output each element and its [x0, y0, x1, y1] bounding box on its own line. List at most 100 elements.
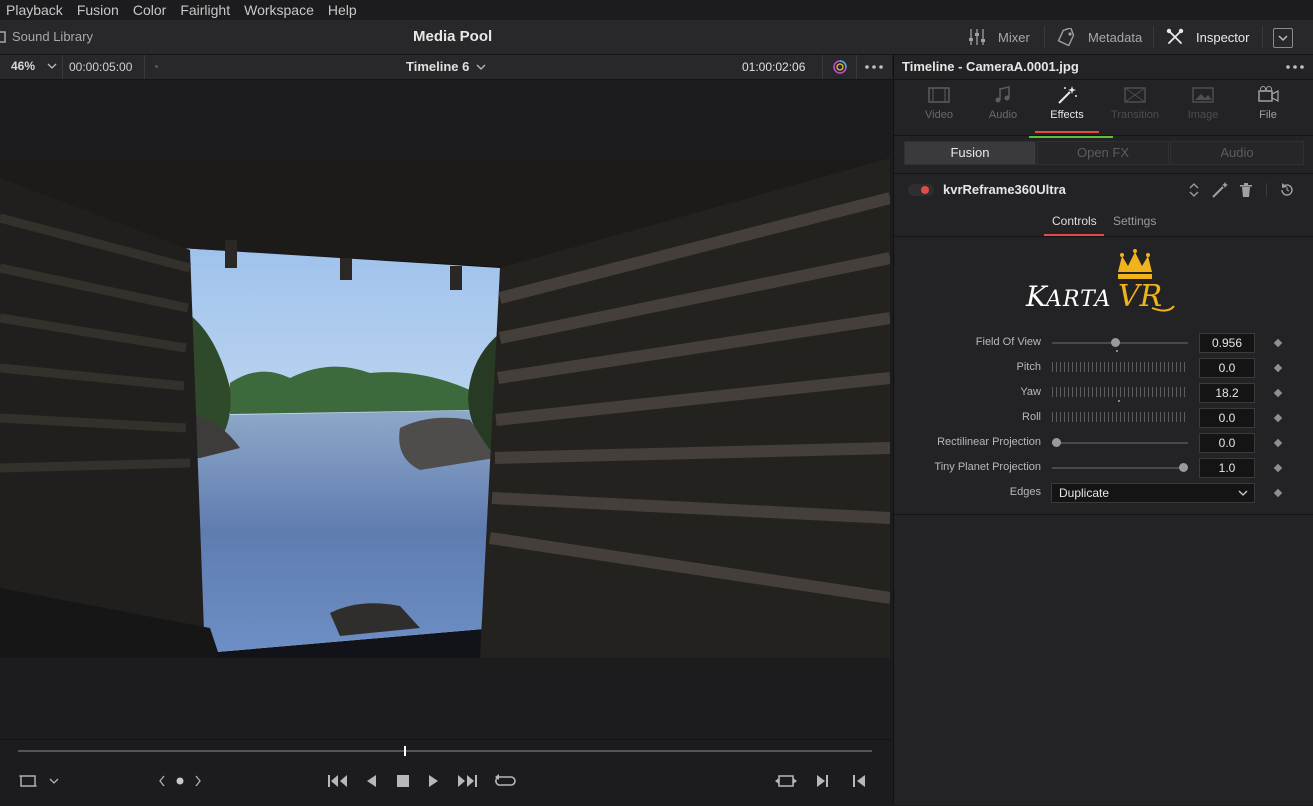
effect-enable-toggle[interactable]	[908, 184, 934, 196]
inspector-button[interactable]: Inspector	[1166, 28, 1249, 46]
trash-icon[interactable]	[1239, 182, 1253, 198]
keyframe-diamond-icon[interactable]	[1273, 488, 1283, 498]
sound-library-button[interactable]: Sound Library	[0, 29, 93, 44]
timeline-name: Timeline 6	[406, 59, 470, 74]
more-options-icon[interactable]	[864, 64, 884, 70]
divider	[894, 173, 1313, 174]
tab-effects[interactable]: Effects	[1035, 85, 1099, 121]
param-value-field[interactable]: 0.0	[1199, 358, 1255, 378]
tab-video[interactable]: Video	[907, 85, 971, 121]
zoom-value: 46%	[11, 59, 36, 73]
video-icon	[928, 87, 950, 103]
keyframe-diamond-icon[interactable]	[1273, 338, 1283, 348]
param-value-field[interactable]: 0.956	[1199, 333, 1255, 353]
keyframe-diamond-icon[interactable]	[1273, 413, 1283, 423]
tab-image[interactable]: Image	[1171, 85, 1235, 121]
param-value-field[interactable]: 18.2	[1199, 383, 1255, 403]
header-divider	[144, 55, 145, 79]
chevron-down-icon	[47, 63, 57, 69]
keyframe-diamond-icon[interactable]	[1273, 438, 1283, 448]
tab-video-label: Video	[925, 109, 953, 121]
skip-to-start-icon[interactable]	[327, 773, 349, 789]
sound-library-icon	[0, 30, 6, 43]
param-thumbwheel[interactable]	[1052, 387, 1188, 397]
param-label: Field Of View	[975, 336, 1041, 348]
edges-value: Duplicate	[1059, 486, 1110, 500]
inspector-title: Timeline - CameraA.0001.jpg	[902, 59, 1079, 74]
divider	[894, 135, 1313, 136]
music-note-icon	[995, 86, 1010, 103]
param-thumbwheel[interactable]	[1052, 362, 1188, 372]
param-label: Pitch	[1016, 361, 1041, 373]
segment-open-fx[interactable]: Open FX	[1037, 141, 1169, 165]
param-value-field[interactable]: 1.0	[1199, 458, 1255, 478]
chevron-down-icon	[476, 64, 486, 70]
tab-file[interactable]: File	[1236, 85, 1300, 121]
inspector-label: Inspector	[1196, 29, 1250, 45]
play-reverse-icon[interactable]	[364, 773, 378, 789]
subtab-controls[interactable]: Controls	[1052, 214, 1097, 228]
svg-text:ARTA: ARTA	[1044, 287, 1111, 312]
video-frame[interactable]	[0, 158, 890, 658]
keyframe-diamond-icon[interactable]	[1273, 363, 1283, 373]
chevron-down-icon[interactable]	[48, 777, 60, 785]
menu-color[interactable]: Color	[133, 2, 166, 18]
stop-icon[interactable]	[395, 773, 411, 789]
scrubber-track[interactable]	[18, 750, 872, 752]
zoom-dropdown[interactable]: 46%	[11, 59, 57, 73]
mixer-icon	[969, 29, 985, 45]
match-frame-icon[interactable]	[775, 773, 797, 789]
param-slider[interactable]	[1052, 467, 1188, 469]
playhead-marker[interactable]	[404, 746, 406, 756]
tab-transition[interactable]: Transition	[1103, 85, 1167, 121]
param-thumbwheel[interactable]	[1052, 412, 1188, 422]
keyframe-diamond-icon[interactable]	[1273, 463, 1283, 473]
previous-edit-icon[interactable]	[851, 773, 867, 789]
param-value-field[interactable]: 0.0	[1199, 433, 1255, 453]
loop-icon[interactable]	[494, 771, 516, 791]
menu-fusion[interactable]: Fusion	[77, 2, 119, 18]
jog-control-icon[interactable]	[158, 774, 202, 788]
slider-knob[interactable]	[1179, 463, 1188, 472]
frame-guides-icon[interactable]	[18, 773, 38, 789]
skip-to-end-icon[interactable]	[456, 773, 478, 789]
metadata-button[interactable]: Metadata	[1056, 28, 1142, 46]
slider-knob[interactable]	[1111, 338, 1120, 347]
color-viewer-icon[interactable]	[831, 58, 849, 76]
header-divider	[856, 55, 857, 79]
more-options-icon[interactable]	[1285, 64, 1305, 70]
sound-library-label: Sound Library	[12, 29, 93, 44]
param-slider[interactable]	[1052, 342, 1188, 344]
expand-panel-button[interactable]	[1273, 28, 1293, 48]
menu-fairlight[interactable]: Fairlight	[180, 2, 230, 18]
tab-audio[interactable]: Audio	[971, 85, 1035, 121]
toolbar-divider	[1153, 26, 1154, 48]
top-toolbar: Sound Library Media Pool Mixer Metadata …	[0, 20, 1313, 55]
mixer-button[interactable]: Mixer	[968, 28, 1030, 46]
menu-workspace[interactable]: Workspace	[244, 2, 314, 18]
param-slider[interactable]	[1052, 442, 1188, 444]
edges-dropdown[interactable]: Duplicate	[1051, 483, 1255, 503]
timeline-selector[interactable]: Timeline 6	[406, 59, 486, 74]
keyframe-diamond-icon[interactable]	[1273, 388, 1283, 398]
reset-icon[interactable]	[1279, 182, 1295, 198]
param-value-field[interactable]: 0.0	[1199, 408, 1255, 428]
segment-audio[interactable]: Audio	[1170, 141, 1304, 165]
magic-wand-icon[interactable]	[1211, 181, 1231, 199]
next-edit-icon[interactable]	[815, 773, 831, 789]
tab-effects-label: Effects	[1050, 109, 1084, 121]
mixer-label: Mixer	[998, 29, 1030, 45]
tab-active-underline	[1035, 131, 1099, 133]
play-icon[interactable]	[427, 773, 441, 789]
expand-collapse-icon[interactable]	[1188, 181, 1200, 199]
indicator-dot	[155, 65, 158, 68]
menu-help[interactable]: Help	[328, 2, 357, 18]
slider-knob[interactable]	[1052, 438, 1061, 447]
tab-file-label: File	[1259, 109, 1277, 121]
media-pool-button[interactable]: Media Pool	[413, 28, 492, 45]
divider	[894, 79, 1313, 80]
segment-fusion[interactable]: Fusion	[904, 141, 1036, 165]
menu-playback[interactable]: Playback	[6, 2, 63, 18]
metadata-label: Metadata	[1088, 29, 1143, 45]
subtab-settings[interactable]: Settings	[1113, 214, 1156, 228]
